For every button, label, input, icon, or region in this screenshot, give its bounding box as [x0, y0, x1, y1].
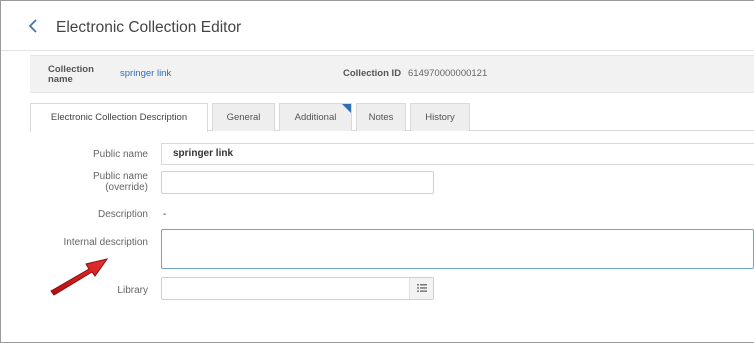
library-list-button[interactable]: [409, 278, 433, 299]
collection-id-value: 614970000000121: [408, 68, 488, 79]
tab-general[interactable]: General: [212, 103, 275, 131]
public-name-label: Public name: [92, 149, 148, 160]
internal-description-label: Internal description: [63, 237, 149, 248]
internal-description-textarea[interactable]: [161, 229, 754, 269]
collection-name-link[interactable]: springer link: [120, 68, 171, 79]
chevron-left-icon: [28, 19, 37, 33]
tab-bar: Electronic Collection Description Genera…: [30, 103, 754, 132]
description-label: Description: [97, 209, 148, 220]
tab-notes[interactable]: Notes: [356, 103, 406, 131]
public-name-override-input[interactable]: [161, 171, 434, 194]
tab-additional[interactable]: Additional: [279, 103, 352, 131]
back-button[interactable]: [28, 18, 44, 36]
page-title: Electronic Collection Editor: [56, 19, 242, 36]
page-header: Electronic Collection Editor: [1, 1, 754, 51]
list-icon: [416, 284, 427, 292]
tab-history[interactable]: History: [410, 103, 470, 131]
collection-name-label: Collection name: [48, 64, 94, 85]
collection-id-label: Collection ID: [343, 68, 402, 79]
public-name-override-label: Public name (override): [92, 171, 148, 193]
collection-info-strip: Collection name springer link Collection…: [30, 55, 754, 93]
library-select[interactable]: [161, 277, 434, 300]
tab-additional-label: Additional: [294, 112, 337, 123]
public-name-value: springer link: [161, 143, 754, 165]
tab-flag-icon: [342, 104, 351, 113]
red-arrow-icon: [50, 258, 109, 296]
tab-electronic-collection-description[interactable]: Electronic Collection Description: [30, 103, 208, 132]
description-value: -: [163, 209, 167, 220]
